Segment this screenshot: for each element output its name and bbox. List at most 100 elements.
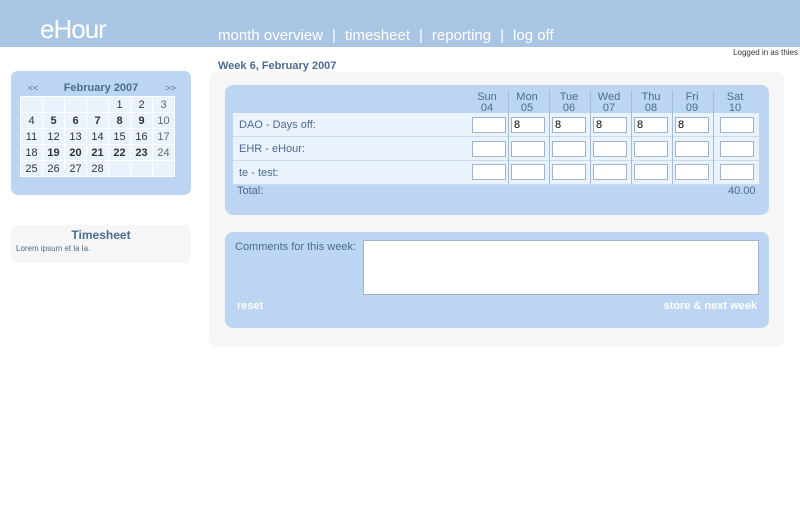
calendar-empty-cell bbox=[86, 96, 109, 113]
nav-separator: | bbox=[500, 27, 505, 44]
calendar-header: << February 2007 >> bbox=[11, 82, 191, 96]
column-divider bbox=[590, 90, 591, 184]
calendar-day[interactable]: 26 bbox=[42, 160, 65, 177]
logged-in-text: Logged in as thies bbox=[733, 48, 798, 57]
week-title: Week 6, February 2007 bbox=[218, 60, 337, 72]
calendar-day[interactable]: 19 bbox=[42, 144, 65, 161]
hours-input-sun[interactable] bbox=[472, 164, 506, 180]
reset-button[interactable]: reset bbox=[237, 300, 263, 312]
hours-input-tue[interactable] bbox=[552, 141, 586, 157]
calendar-day[interactable]: 22 bbox=[108, 144, 131, 161]
hours-input-sun[interactable] bbox=[472, 117, 506, 133]
hours-input-fri[interactable] bbox=[675, 141, 709, 157]
calendar-day[interactable]: 14 bbox=[86, 128, 109, 145]
calendar-day[interactable]: 5 bbox=[42, 112, 65, 129]
calendar-day[interactable]: 7 bbox=[86, 112, 109, 129]
comments-textarea[interactable] bbox=[363, 240, 759, 295]
calendar-day[interactable]: 1 bbox=[108, 96, 131, 113]
calendar-week-row: 25 26 27 28 bbox=[20, 160, 175, 177]
calendar-day[interactable]: 3 bbox=[152, 96, 175, 113]
calendar-day[interactable]: 9 bbox=[130, 112, 153, 129]
calendar-month-title: February 2007 bbox=[63, 82, 139, 94]
nav-separator: | bbox=[419, 27, 423, 44]
calendar-empty-cell bbox=[152, 160, 175, 177]
calendar-week-row: 4 5 6 7 8 9 10 bbox=[20, 112, 175, 129]
hours-input-wed[interactable] bbox=[593, 164, 627, 180]
project-label: te - test: bbox=[239, 167, 279, 179]
timesheet-box-title: Timesheet bbox=[71, 228, 131, 242]
calendar-day[interactable]: 25 bbox=[20, 160, 43, 177]
nav-reporting[interactable]: reporting bbox=[432, 27, 491, 44]
day-header-tue: Tue 06 bbox=[549, 92, 589, 114]
month-calendar: << February 2007 >> 1 2 3 4 5 6 7 8 9 10… bbox=[11, 71, 191, 195]
hours-input-mon[interactable] bbox=[511, 117, 545, 133]
calendar-day[interactable]: 12 bbox=[42, 128, 65, 145]
calendar-day[interactable]: 6 bbox=[64, 112, 87, 129]
hours-input-wed[interactable] bbox=[593, 141, 627, 157]
hours-input-tue[interactable] bbox=[552, 117, 586, 133]
calendar-day[interactable]: 4 bbox=[20, 112, 43, 129]
calendar-day[interactable]: 23 bbox=[130, 144, 153, 161]
nav-separator: | bbox=[332, 27, 336, 44]
hours-input-sat[interactable] bbox=[720, 117, 754, 133]
calendar-empty-cell bbox=[42, 96, 65, 113]
calendar-day[interactable]: 27 bbox=[64, 160, 87, 177]
calendar-day[interactable]: 16 bbox=[130, 128, 153, 145]
calendar-empty-cell bbox=[64, 96, 87, 113]
timesheet-info-box: Timesheet Lorem ipsum et la la. bbox=[11, 225, 191, 263]
column-divider bbox=[713, 90, 714, 184]
hours-input-thu[interactable] bbox=[634, 141, 668, 157]
top-header-bar: eHour month overview | timesheet | reporting… bbox=[0, 0, 800, 47]
calendar-day[interactable]: 11 bbox=[20, 128, 43, 145]
column-divider bbox=[672, 90, 673, 184]
calendar-day[interactable]: 15 bbox=[108, 128, 131, 145]
hours-input-thu[interactable] bbox=[634, 117, 668, 133]
calendar-empty-cell bbox=[20, 96, 43, 113]
hours-input-sat[interactable] bbox=[720, 164, 754, 180]
total-label: Total: bbox=[237, 185, 264, 197]
calendar-day[interactable]: 24 bbox=[152, 144, 175, 161]
calendar-grid: 1 2 3 4 5 6 7 8 9 10 11 12 13 14 15 16 1… bbox=[20, 96, 175, 177]
next-month-button[interactable]: >> bbox=[165, 83, 176, 93]
nav-month-overview[interactable]: month overview bbox=[218, 27, 323, 44]
store-next-week-button[interactable]: store & next week bbox=[663, 300, 757, 312]
column-divider bbox=[631, 90, 632, 184]
hours-input-sun[interactable] bbox=[472, 141, 506, 157]
calendar-day[interactable]: 2 bbox=[130, 96, 153, 113]
calendar-day[interactable]: 13 bbox=[64, 128, 87, 145]
day-header-sun: Sun 04 bbox=[467, 92, 507, 114]
hours-input-wed[interactable] bbox=[593, 117, 627, 133]
hours-input-fri[interactable] bbox=[675, 164, 709, 180]
app-logo: eHour bbox=[40, 14, 107, 44]
nav-log-off[interactable]: log off bbox=[513, 27, 554, 44]
hours-input-tue[interactable] bbox=[552, 164, 586, 180]
day-header-thu: Thu 08 bbox=[631, 92, 671, 114]
hours-input-thu[interactable] bbox=[634, 164, 668, 180]
column-divider bbox=[549, 90, 550, 184]
calendar-day[interactable]: 20 bbox=[64, 144, 87, 161]
project-label: EHR - eHour: bbox=[239, 143, 306, 155]
nav-timesheet[interactable]: timesheet bbox=[345, 27, 410, 44]
calendar-week-row: 18 19 20 21 22 23 24 bbox=[20, 144, 175, 161]
column-divider bbox=[508, 90, 509, 184]
hours-input-mon[interactable] bbox=[511, 141, 545, 157]
calendar-day[interactable]: 18 bbox=[20, 144, 43, 161]
day-header-wed: Wed 07 bbox=[589, 92, 629, 114]
main-navigation: month overview | timesheet | reporting | log o… bbox=[218, 27, 554, 44]
calendar-day[interactable]: 28 bbox=[86, 160, 109, 177]
calendar-empty-cell bbox=[130, 160, 153, 177]
calendar-day[interactable]: 17 bbox=[152, 128, 175, 145]
project-label: DAO - Days off: bbox=[239, 119, 316, 131]
timesheet-box-text: Lorem ipsum et la la. bbox=[16, 244, 91, 253]
calendar-empty-cell bbox=[108, 160, 131, 177]
hours-input-fri[interactable] bbox=[675, 117, 709, 133]
calendar-day[interactable]: 21 bbox=[86, 144, 109, 161]
hours-input-mon[interactable] bbox=[511, 164, 545, 180]
calendar-day[interactable]: 8 bbox=[108, 112, 131, 129]
calendar-day[interactable]: 10 bbox=[152, 112, 175, 129]
day-header-fri: Fri 09 bbox=[672, 92, 712, 114]
calendar-week-row: 1 2 3 bbox=[20, 96, 175, 113]
day-header-mon: Mon 05 bbox=[507, 92, 547, 114]
comments-label: Comments for this week: bbox=[235, 241, 357, 253]
hours-input-sat[interactable] bbox=[720, 141, 754, 157]
